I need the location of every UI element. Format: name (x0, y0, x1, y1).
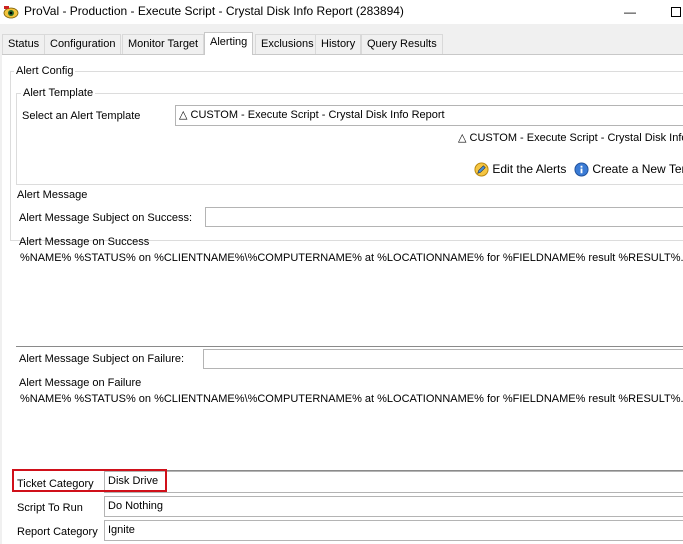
template-preview-text: △ CUSTOM - Execute Script - Crystal Disk… (458, 132, 683, 144)
alerting-panel: Alert Config Alert Template Select an Al… (2, 54, 683, 544)
subject-failure-input[interactable] (203, 349, 683, 369)
tab-exclusions[interactable]: Exclusions (255, 34, 320, 54)
alert-config-label: Alert Config (14, 65, 76, 77)
tab-query-results[interactable]: Query Results (361, 34, 443, 54)
alert-template-label: Alert Template (21, 87, 96, 99)
message-success-textarea[interactable]: %NAME% %STATUS% on %CLIENTNAME%\%COMPUTE… (16, 249, 683, 347)
window-title: ProVal - Production - Execute Script - C… (24, 4, 404, 18)
ticket-category-highlight (12, 469, 167, 492)
create-template-link[interactable]: Create a New Tem (574, 162, 683, 177)
message-success-label: Alert Message on Success (19, 236, 150, 248)
maximize-button[interactable] (653, 0, 683, 24)
create-template-label: Create a New Tem (592, 162, 683, 176)
tab-alerting[interactable]: Alerting (204, 32, 254, 55)
maximize-icon (671, 7, 681, 17)
subject-success-input[interactable] (205, 207, 683, 227)
alert-message-label: Alert Message (17, 189, 88, 201)
subject-failure-label: Alert Message Subject on Failure: (19, 353, 185, 365)
tab-monitor-target[interactable]: Monitor Target (122, 34, 205, 54)
edit-alerts-label: Edit the Alerts (492, 162, 567, 176)
title-bar: ProVal - Production - Execute Script - C… (0, 0, 683, 24)
info-icon (574, 162, 589, 177)
report-category-label: Report Category (17, 526, 98, 538)
select-template-label: Select an Alert Template (22, 110, 141, 122)
ticket-category-select[interactable]: Disk Drive (104, 471, 683, 493)
tab-configuration[interactable]: Configuration (44, 34, 122, 54)
eye-icon (3, 4, 19, 20)
tab-history[interactable]: History (315, 34, 362, 54)
script-to-run-label: Script To Run (17, 502, 83, 514)
script-to-run-select[interactable]: Do Nothing (104, 496, 683, 517)
alert-template-select[interactable]: △ CUSTOM - Execute Script - Crystal Disk… (175, 105, 683, 126)
message-failure-textarea[interactable]: %NAME% %STATUS% on %CLIENTNAME%\%COMPUTE… (16, 390, 683, 471)
pencil-icon (474, 162, 489, 177)
subject-success-label: Alert Message Subject on Success: (19, 212, 193, 224)
tab-status[interactable]: Status (2, 34, 46, 54)
message-failure-label: Alert Message on Failure (19, 377, 142, 389)
minimize-button[interactable]: — (607, 0, 653, 24)
report-category-select[interactable]: Ignite (104, 520, 683, 541)
edit-alerts-link[interactable]: Edit the Alerts (474, 162, 566, 177)
